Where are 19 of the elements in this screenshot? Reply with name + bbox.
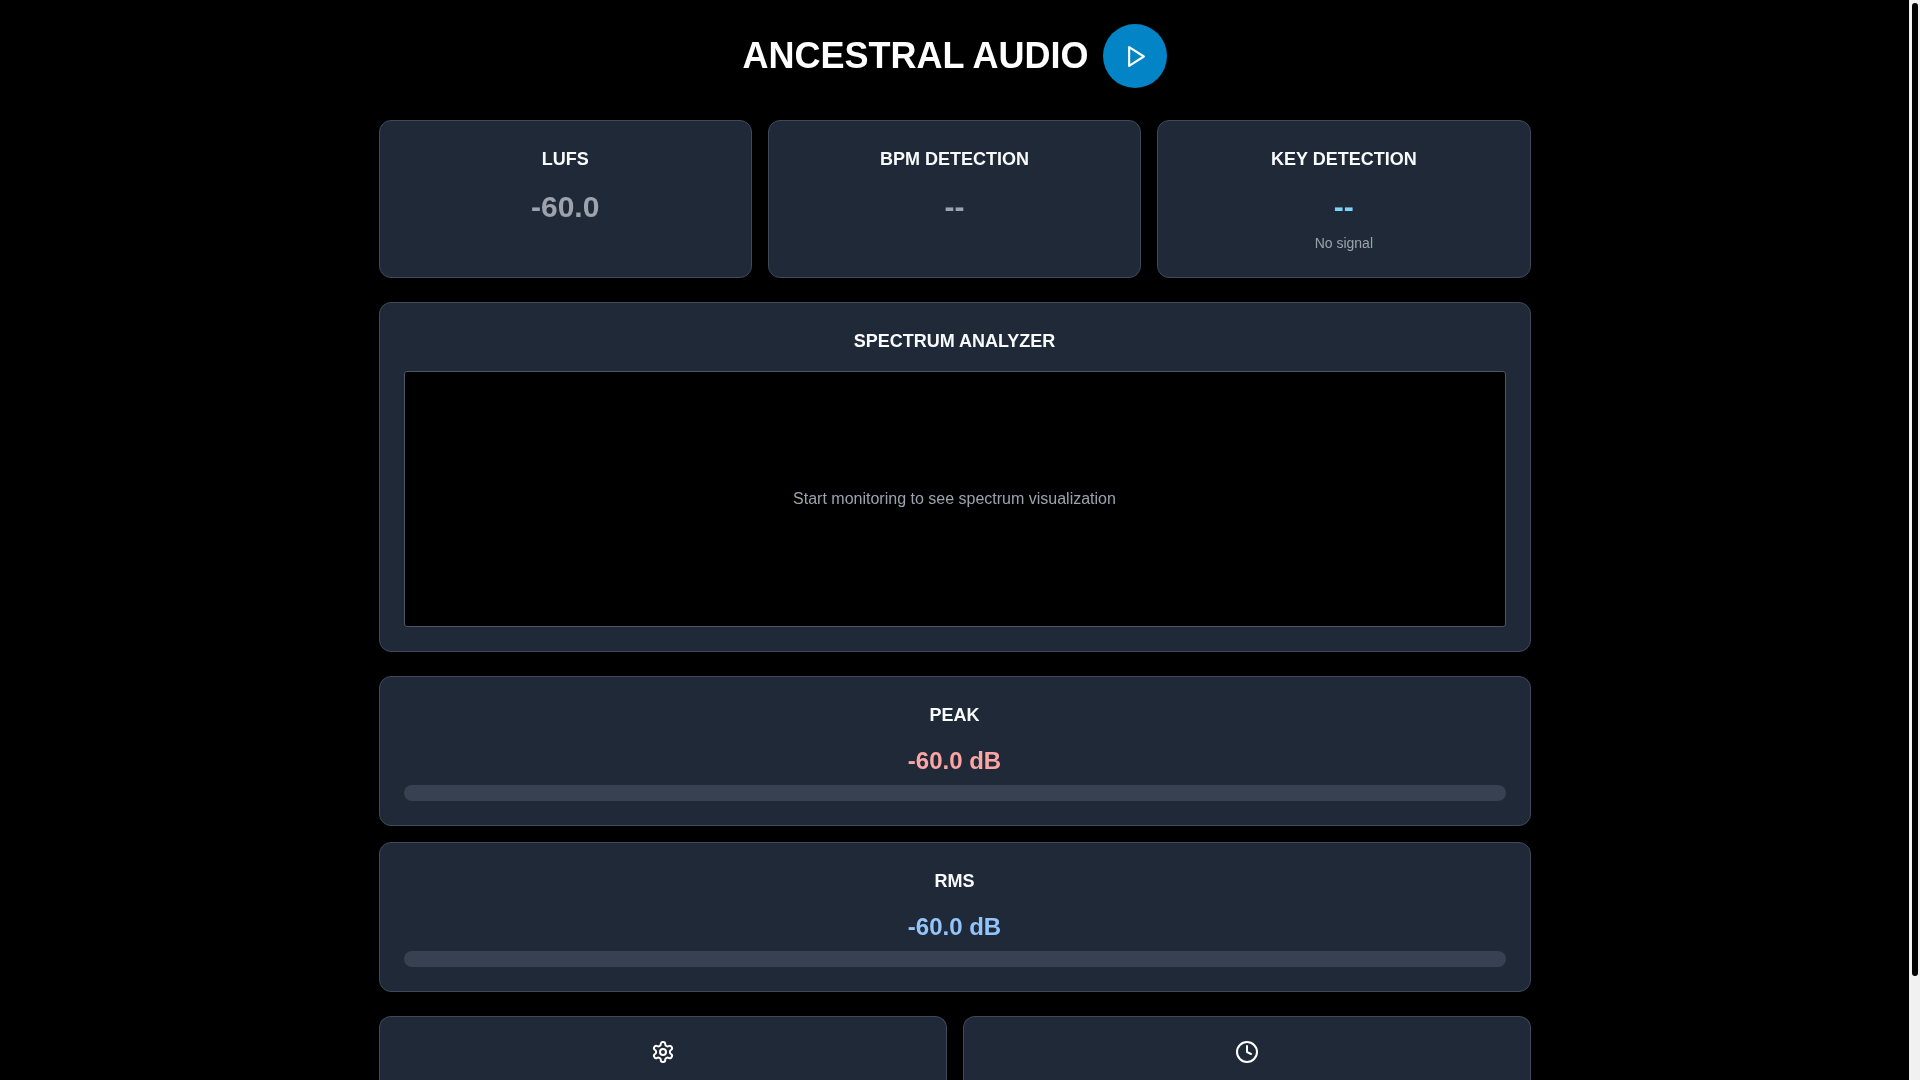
stat-value: -- [944,189,965,225]
play-icon [1127,45,1145,67]
card-title: KEY DETECTION [1271,148,1417,171]
scrollbar-thumb[interactable] [1911,3,1918,976]
card-title: BPM DETECTION [880,148,1029,171]
card-title: PEAK [929,704,980,727]
app-title: ANCESTRAL AUDIO [742,34,1089,78]
stat-value: -- [1333,189,1354,225]
stat-value: -60.0 [530,189,600,225]
clock-icon [1235,1041,1258,1063]
settings-icon [651,1041,674,1063]
scrollbar[interactable] [1909,0,1920,1080]
card-title: LUFS [541,148,589,171]
card-title: SPECTRUM ANALYZER [853,330,1056,353]
meter-reading: -60.0 dB [907,912,1002,942]
meter-reading: -60.0 dB [907,746,1002,776]
status-note: No signal [1314,234,1373,253]
empty-state-message: Start monitoring to see spectrum visualization [793,489,1116,509]
card-title: RMS [934,870,975,893]
